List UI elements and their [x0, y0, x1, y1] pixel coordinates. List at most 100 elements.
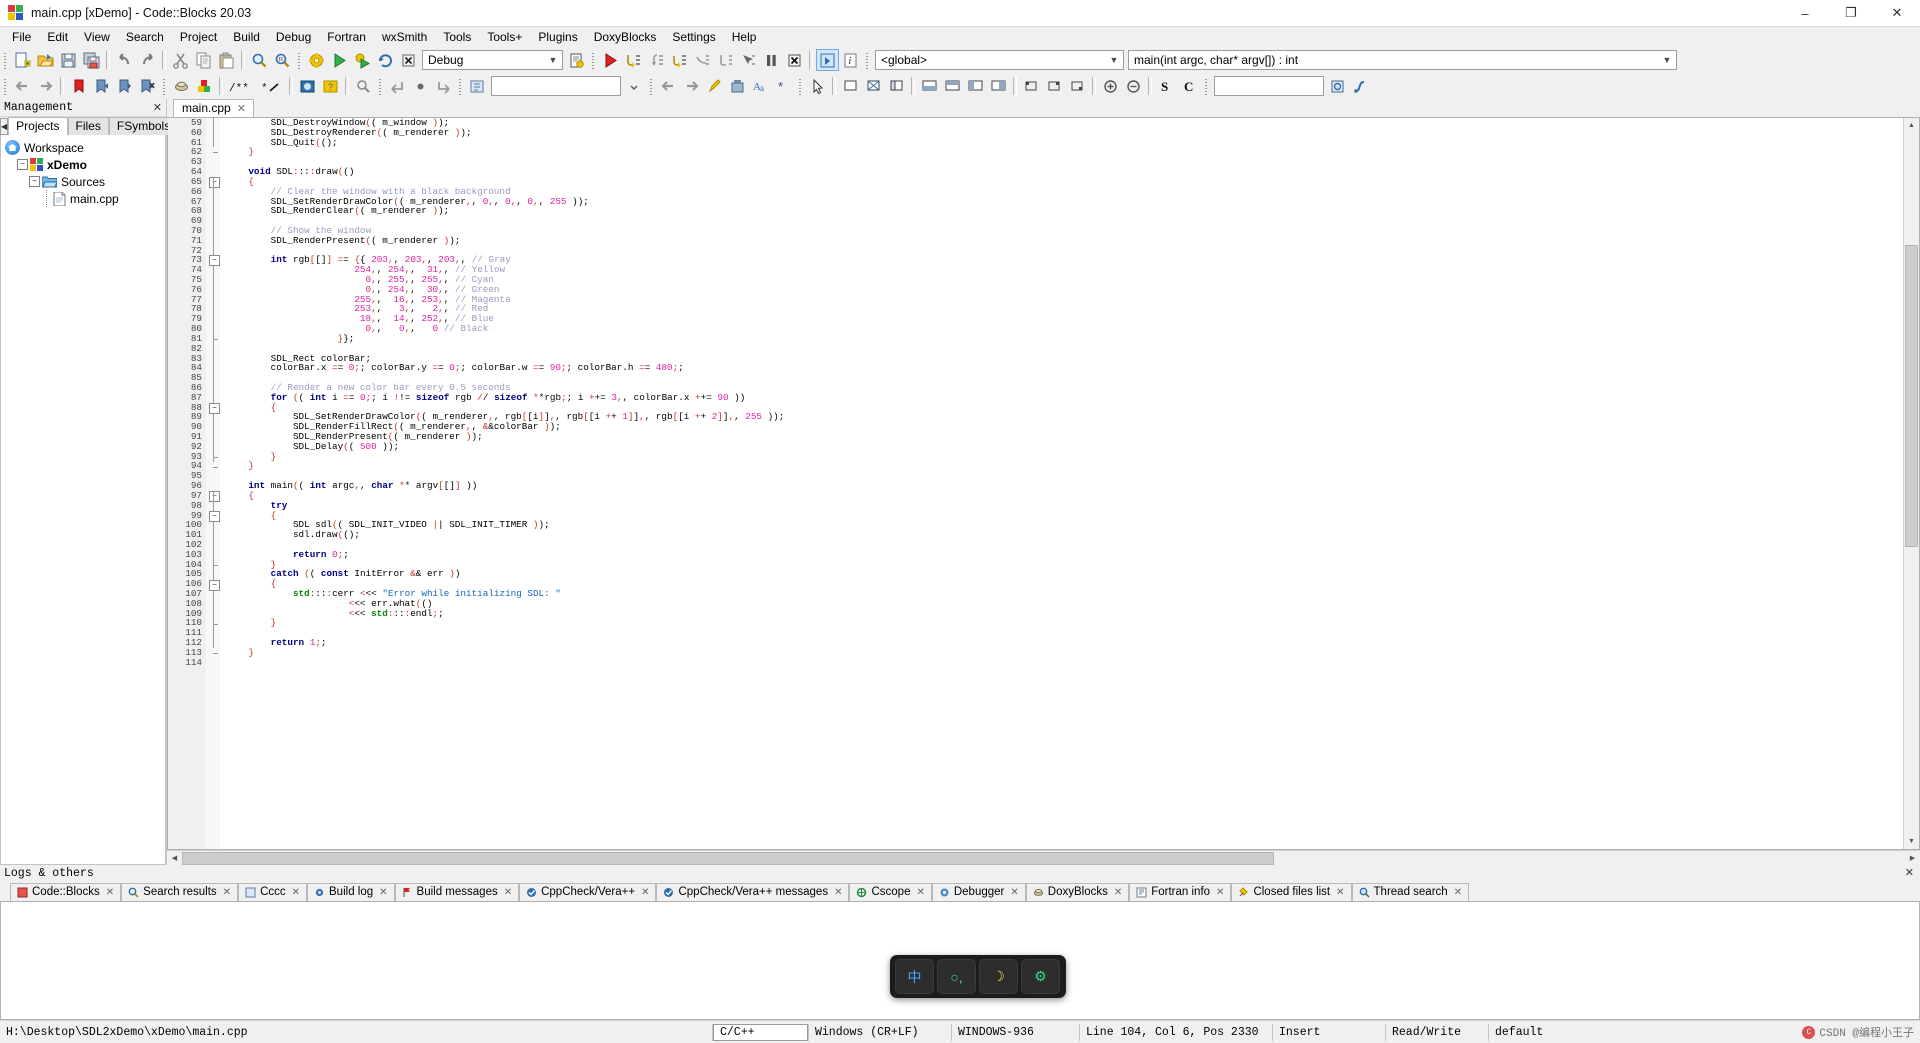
save-all-icon[interactable]: [81, 50, 102, 70]
close-icon[interactable]: ✕: [1336, 887, 1344, 898]
break-debugger-icon[interactable]: [761, 50, 782, 70]
code-line[interactable]: for (( int i == 0;; i !!= sizeof rgb // …: [226, 392, 1903, 403]
toolbox-key[interactable]: ⚙: [1021, 959, 1060, 994]
close-icon[interactable]: ✕: [504, 887, 512, 898]
code-line[interactable]: [226, 628, 1903, 638]
wxsmith-pointer-icon[interactable]: [807, 76, 828, 96]
menu-item-project[interactable]: Project: [172, 28, 225, 46]
toolbar-grip[interactable]: [297, 51, 303, 69]
zoom-out-icon[interactable]: [1123, 76, 1144, 96]
close-icon[interactable]: ✕: [1216, 887, 1224, 898]
management-tab-projects[interactable]: Projects: [8, 117, 68, 135]
code-line[interactable]: // Show the window: [226, 226, 1903, 236]
toolbar-grip[interactable]: [591, 51, 597, 69]
next-line-icon[interactable]: [669, 50, 690, 70]
logs-tab-cscope[interactable]: Cscope ✕: [849, 883, 932, 901]
align-center-icon[interactable]: [1044, 76, 1065, 96]
ime-floating-bar[interactable]: 中 ○, ☽ ⚙: [890, 955, 1066, 998]
code-line[interactable]: }: [226, 147, 1903, 157]
scroll-left-icon[interactable]: ◀: [167, 851, 182, 865]
code-line[interactable]: SDL_RenderPresent(( m_renderer ));: [226, 235, 1903, 246]
layout-v2-icon[interactable]: [988, 76, 1009, 96]
code-line[interactable]: catch (( const InitError && err )): [226, 569, 1903, 579]
tree-item-workspace[interactable]: Workspace: [1, 139, 165, 156]
toolbar-grip[interactable]: [378, 77, 384, 95]
fold-toggle-icon[interactable]: −: [209, 255, 220, 267]
code-line[interactable]: SDL_DestroyWindow(( m_window ));: [226, 118, 1903, 128]
replace-icon[interactable]: R: [272, 50, 293, 70]
smart-indent-c-icon[interactable]: C: [1179, 76, 1200, 96]
code-line[interactable]: SDL_DestroyRenderer(( m_renderer ));: [226, 127, 1903, 138]
font-style-icon[interactable]: Aa: [750, 76, 771, 96]
save-icon[interactable]: [58, 50, 79, 70]
prev-bookmark-icon[interactable]: [91, 76, 112, 96]
prev-changed-line-icon[interactable]: [387, 76, 408, 96]
align-right-icon[interactable]: [1067, 76, 1088, 96]
close-icon[interactable]: ✕: [641, 887, 649, 898]
tree-expander-icon[interactable]: −: [17, 159, 28, 170]
close-icon[interactable]: ✕: [292, 887, 300, 898]
doxyblocks-help-icon[interactable]: ?: [320, 76, 341, 96]
close-icon[interactable]: ✕: [237, 102, 246, 115]
toolbar-grip[interactable]: [798, 77, 804, 95]
menu-item-debug[interactable]: Debug: [268, 28, 319, 46]
logs-tab-fortran-info[interactable]: Fortran info ✕: [1129, 883, 1232, 901]
code-line[interactable]: }};: [226, 333, 1903, 344]
close-icon[interactable]: ✕: [1454, 887, 1462, 898]
moon-key[interactable]: ☽: [979, 959, 1018, 994]
vertical-scroll-thumb[interactable]: [1905, 245, 1918, 547]
code-line[interactable]: [226, 344, 1903, 354]
logs-tab-search-results[interactable]: Search results ✕: [121, 883, 239, 901]
horizontal-scroll-thumb[interactable]: [182, 851, 1274, 865]
close-button[interactable]: ✕: [1874, 0, 1920, 26]
build-icon[interactable]: [306, 50, 327, 70]
code-line[interactable]: SDL_RenderPresent(( m_renderer ));: [226, 432, 1903, 442]
code-line[interactable]: return 0;;: [226, 549, 1903, 560]
clear-bookmarks-icon[interactable]: [137, 76, 158, 96]
run-to-cursor-icon[interactable]: [738, 50, 759, 70]
logs-tab-cccc[interactable]: Cccc ✕: [238, 883, 308, 901]
forward-icon[interactable]: [35, 76, 56, 96]
wxsmith-dialog-icon[interactable]: [863, 76, 884, 96]
code-line[interactable]: [226, 540, 1903, 550]
logs-tab-cppcheck-vera-messages[interactable]: CppCheck/Vera++ messages ✕: [656, 883, 850, 901]
close-icon[interactable]: ✕: [106, 887, 114, 898]
toggle-changebar-icon[interactable]: [410, 76, 431, 96]
close-icon[interactable]: ✕: [834, 887, 842, 898]
menu-item-plugins[interactable]: Plugins: [530, 28, 585, 46]
editor-vertical-scrollbar[interactable]: ▲ ▼: [1903, 118, 1919, 849]
code-line[interactable]: std::::cerr <<< "Error while initializin…: [226, 589, 1903, 599]
logs-tab-closed-files-list[interactable]: Closed files list ✕: [1231, 883, 1352, 901]
fold-toggle-icon[interactable]: −: [209, 176, 220, 188]
close-icon[interactable]: ✕: [379, 887, 387, 898]
select-target-icon[interactable]: [566, 50, 587, 70]
back-icon[interactable]: [12, 76, 33, 96]
code-line[interactable]: }: [226, 451, 1903, 462]
next-bookmark-icon[interactable]: [114, 76, 135, 96]
maximize-button[interactable]: ❐: [1828, 0, 1874, 26]
code-line[interactable]: <<< std::::endl;;: [226, 608, 1903, 619]
code-line[interactable]: {: [226, 490, 1903, 501]
logs-tab-doxyblocks[interactable]: DoxyBlocks ✕: [1025, 883, 1130, 901]
wxsmith-panel-icon[interactable]: [840, 76, 861, 96]
build-target-combo[interactable]: Debug ▼: [422, 50, 563, 70]
scroll-down-icon[interactable]: ▼: [1904, 834, 1919, 849]
fortran-dropdown-icon[interactable]: [624, 76, 645, 96]
tree-item-main-cpp[interactable]: main.cpp: [1, 190, 165, 207]
editor-tab-main-cpp[interactable]: main.cpp ✕: [173, 99, 254, 117]
stop-debugger-icon[interactable]: [784, 50, 805, 70]
new-file-icon[interactable]: [12, 50, 33, 70]
code-line[interactable]: }: [226, 461, 1903, 471]
layout-h1-icon[interactable]: [919, 76, 940, 96]
fold-toggle-icon[interactable]: −: [209, 491, 220, 503]
wxsmith-star-icon[interactable]: *: [773, 76, 794, 96]
logs-tab-build-log[interactable]: Build log ✕: [307, 883, 395, 901]
next-changed-line-icon[interactable]: [433, 76, 454, 96]
undo-icon[interactable]: [114, 50, 135, 70]
cut-icon[interactable]: [170, 50, 191, 70]
toolbar-grip[interactable]: [458, 77, 464, 95]
scroll-up-icon[interactable]: ▲: [1904, 118, 1919, 133]
debug-continue-icon[interactable]: [600, 50, 621, 70]
paste-icon[interactable]: [216, 50, 237, 70]
code-line[interactable]: try: [226, 500, 1903, 511]
